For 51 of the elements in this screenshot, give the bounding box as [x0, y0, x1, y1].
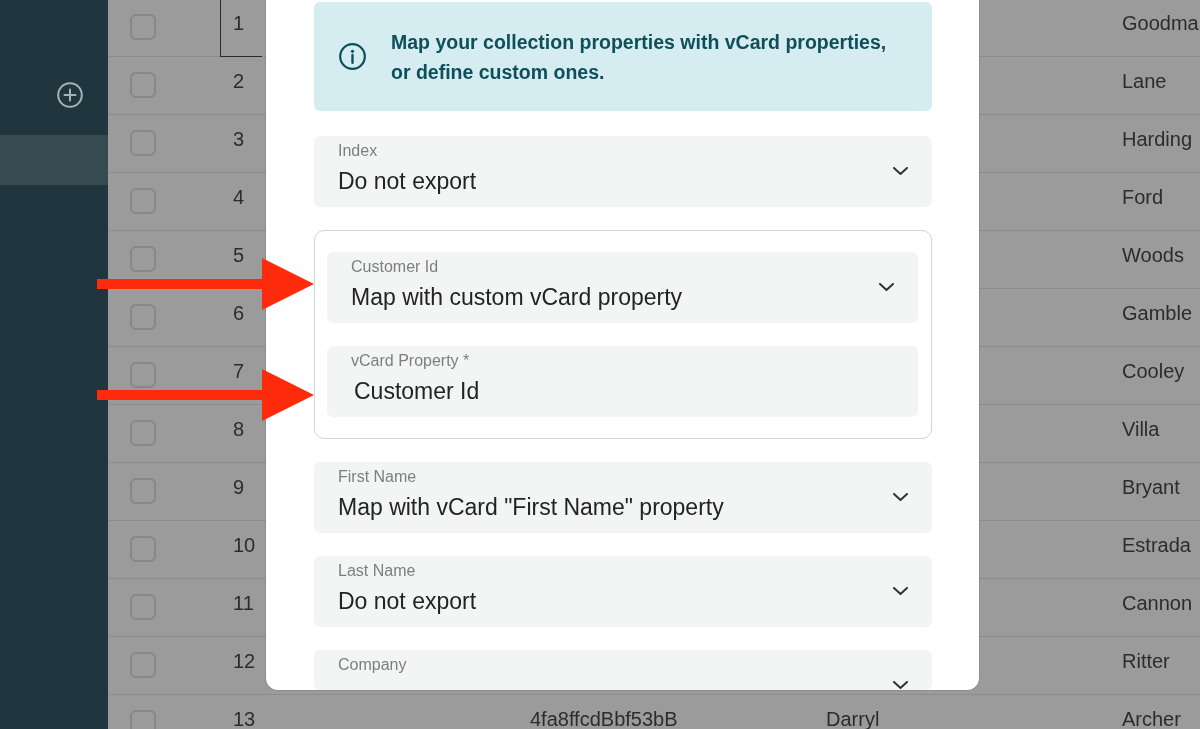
chevron-down-icon	[879, 283, 894, 291]
table-cell: Bryant	[1122, 477, 1180, 497]
table-cell: Ford	[1122, 187, 1164, 207]
field-label: Last Name	[338, 562, 416, 580]
table-cell[interactable]: 7	[220, 347, 262, 387]
dropdown-field[interactable]: Last Name Do not export	[314, 556, 932, 627]
table-cell[interactable]: 8	[220, 405, 262, 445]
field-label: First Name	[338, 468, 417, 486]
table-cell: Lane	[1122, 71, 1167, 91]
field-label: vCard Property *	[351, 352, 470, 370]
chevron-down-icon	[893, 587, 908, 595]
table-cell[interactable]: 2	[220, 57, 262, 97]
table-cell: Gamble	[1122, 303, 1193, 323]
table-cell: Harding	[1122, 129, 1193, 149]
table-cell: Archer	[1122, 709, 1181, 729]
nav-item[interactable]	[0, 135, 108, 185]
field-label: Customer Id	[351, 258, 439, 276]
chevron-down-icon	[893, 681, 908, 689]
field-label: Index	[338, 142, 378, 160]
table-cell[interactable]: 6	[220, 289, 262, 329]
table-cell[interactable]: 9	[220, 463, 262, 503]
table-cell: Estrada	[1122, 535, 1191, 555]
info-icon	[339, 43, 366, 70]
table-cell: Villa	[1122, 419, 1160, 439]
add-circle-icon[interactable]	[57, 82, 83, 108]
dropdown-value: Do not export	[338, 167, 477, 195]
table-cell[interactable]: 1	[220, 0, 262, 57]
table-cell: Cooley	[1122, 361, 1185, 381]
table-cell[interactable]: 13	[220, 695, 262, 729]
table-cell[interactable]: 10	[220, 521, 262, 561]
input-value: Customer Id	[354, 377, 480, 405]
dropdown-value: Map with custom vCard property	[351, 283, 683, 311]
dropdown-value: Map with vCard "First Name" property	[338, 493, 724, 521]
dropdown-value: Do not export	[338, 587, 477, 615]
table-cell[interactable]: 5	[220, 231, 262, 271]
chevron-down-icon	[893, 493, 908, 501]
table-cell: Woods	[1122, 245, 1184, 265]
table-cell[interactable]: 12	[220, 637, 262, 677]
chevron-down-icon	[893, 167, 908, 175]
dropdown-field[interactable]: First Name Map with vCard "First Name" property	[314, 462, 932, 533]
table-cell[interactable]: 4	[220, 173, 262, 213]
dropdown-field[interactable]: Company	[314, 650, 932, 690]
field-label: Company	[338, 656, 407, 674]
table-cell: 4fa8ffcdBbf53bB	[530, 709, 678, 729]
table-cell[interactable]: 11	[220, 579, 262, 619]
table-cell: Goodma	[1122, 13, 1199, 33]
dropdown-field[interactable]: Index Do not export	[314, 136, 932, 207]
table-cell: Cannon	[1122, 593, 1193, 613]
table-cell[interactable]: 3	[220, 115, 262, 155]
banner-text: Map your collection properties with vCard properties, or define custom ones.	[391, 29, 888, 85]
table-cell: Ritter	[1122, 651, 1170, 671]
